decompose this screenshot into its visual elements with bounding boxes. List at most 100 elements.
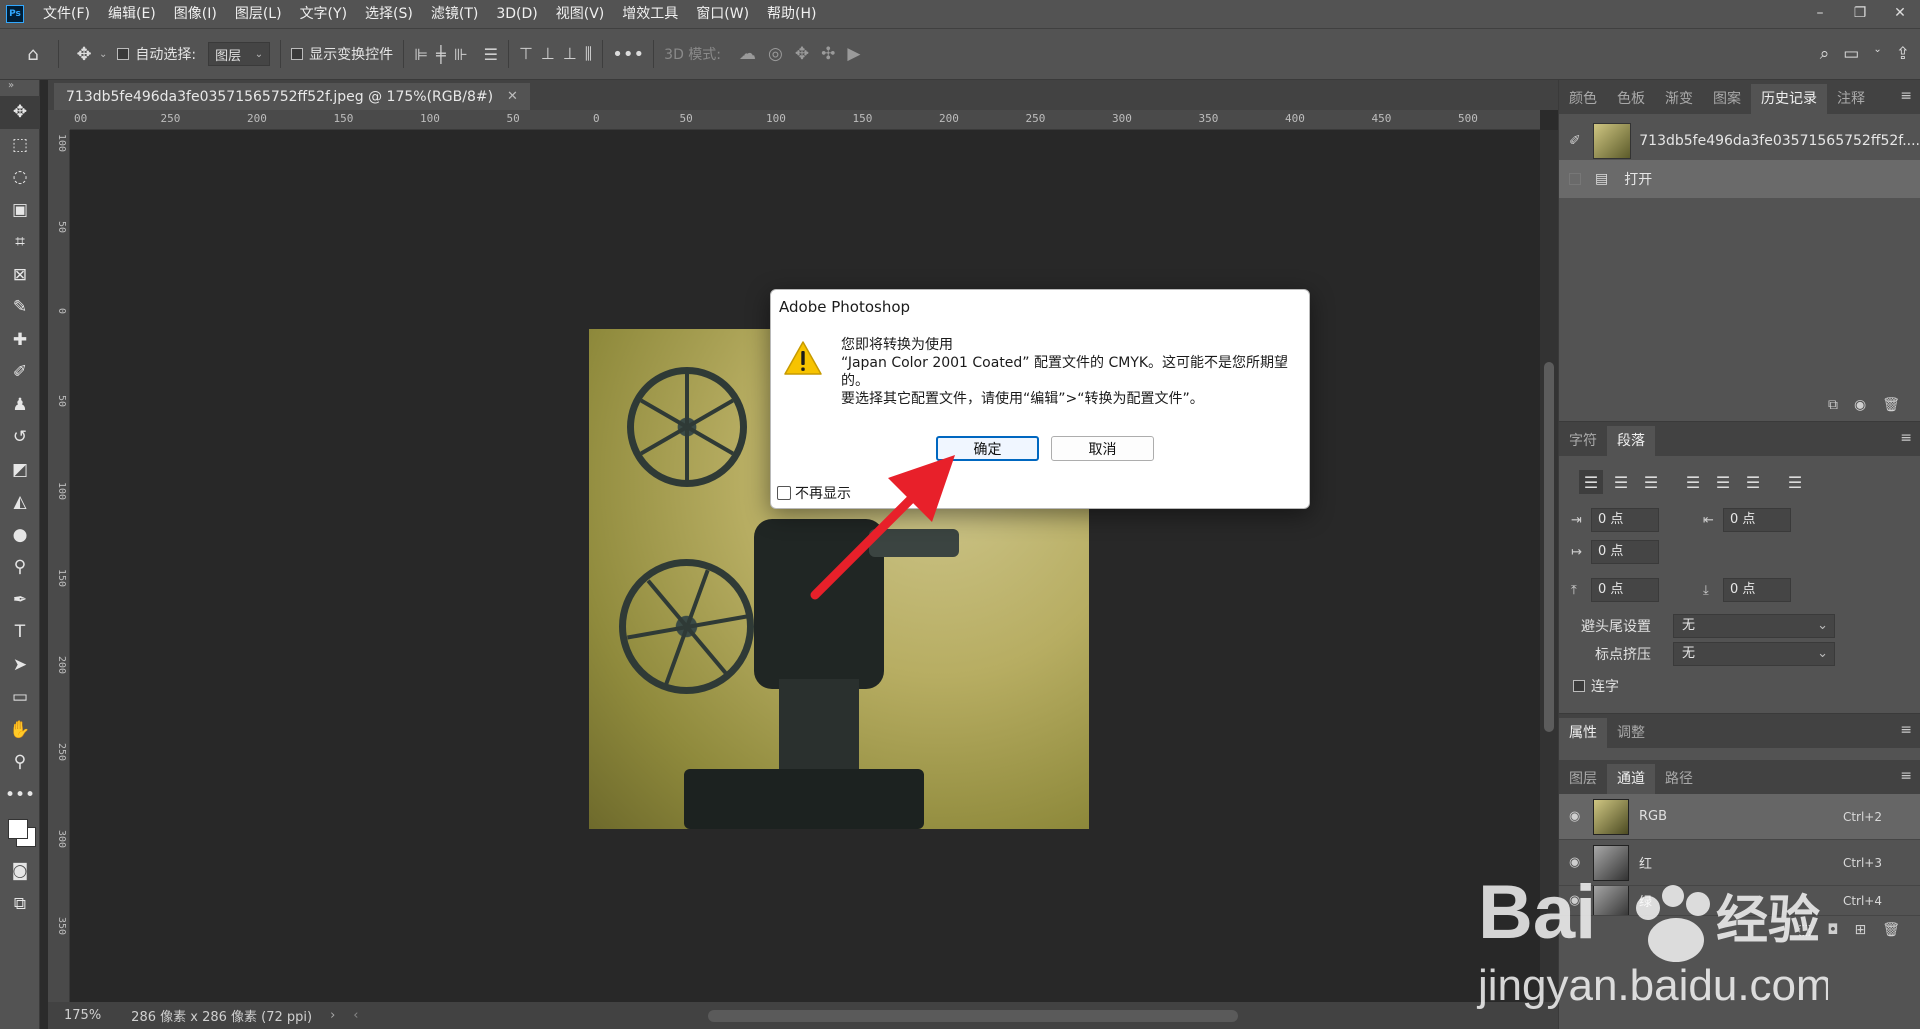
eye-icon[interactable]: ◉ xyxy=(1569,809,1580,824)
justify-last-center-icon[interactable]: ☰ xyxy=(1711,470,1735,494)
tab-layers[interactable]: 图层 xyxy=(1559,764,1607,794)
save-selection-icon[interactable]: ◘ xyxy=(1827,922,1838,938)
history-brush-tool-icon[interactable]: ↺ xyxy=(0,421,40,454)
menu-layer[interactable]: 图层(L) xyxy=(226,0,291,28)
justify-last-left-icon[interactable]: ☰ xyxy=(1681,470,1705,494)
menu-plugins[interactable]: 增效工具 xyxy=(613,0,687,28)
tab-swatches[interactable]: 色板 xyxy=(1607,84,1655,114)
dodge-tool-icon[interactable]: ⚲ xyxy=(0,551,40,584)
menu-filter[interactable]: 滤镜(T) xyxy=(422,0,487,28)
workspace-icon[interactable]: ▭ xyxy=(1843,44,1859,64)
tab-properties[interactable]: 属性 xyxy=(1559,718,1607,748)
channel-row[interactable]: ◉ 绿 Ctrl+4 xyxy=(1559,886,1920,916)
panel-menu-icon[interactable]: ≡ xyxy=(1900,722,1912,738)
blur-tool-icon[interactable]: ● xyxy=(0,519,40,552)
menu-edit[interactable]: 编辑(E) xyxy=(99,0,165,28)
3d-orbit-icon[interactable]: ☁ xyxy=(739,44,756,64)
align-hcenter-icon[interactable]: ╪ xyxy=(436,45,446,64)
panel-menu-icon[interactable]: ≡ xyxy=(1900,768,1912,784)
menu-3d[interactable]: 3D(D) xyxy=(487,0,546,28)
close-icon[interactable]: ✕ xyxy=(1880,0,1920,28)
tab-color[interactable]: 颜色 xyxy=(1559,84,1607,114)
tab-gradients[interactable]: 渐变 xyxy=(1655,84,1703,114)
new-document-from-state-icon[interactable]: ⧉ xyxy=(1828,397,1838,413)
paint-bucket-tool-icon[interactable]: ◭ xyxy=(0,486,40,519)
indent-left-field[interactable]: 0 点 xyxy=(1591,508,1659,532)
hand-tool-icon[interactable]: ✋ xyxy=(0,714,40,747)
zoom-level[interactable]: 175% xyxy=(64,1008,101,1023)
menu-help[interactable]: 帮助(H) xyxy=(758,0,825,28)
chevron-down-icon[interactable]: ⌄ xyxy=(99,49,107,60)
move-tool-preset-icon[interactable]: ✥ xyxy=(69,39,99,69)
align-bottom-icon[interactable]: ⊥ xyxy=(563,44,577,64)
eye-icon[interactable]: ◉ xyxy=(1569,893,1580,908)
align-right-icon[interactable]: ⊪ xyxy=(454,45,468,64)
color-swatches[interactable] xyxy=(0,811,39,855)
crop-tool-icon[interactable]: ⌗ xyxy=(0,226,40,259)
align-center-text-icon[interactable]: ☰ xyxy=(1609,470,1633,494)
new-channel-icon[interactable]: ⊞ xyxy=(1854,922,1866,938)
indent-right-field[interactable]: 0 点 xyxy=(1723,508,1791,532)
horizontal-scrollbar[interactable] xyxy=(348,1010,1558,1022)
tab-notes[interactable]: 注释 xyxy=(1827,84,1875,114)
hyphenate-checkbox[interactable]: 连字 xyxy=(1559,672,1920,700)
chevron-down-icon[interactable]: ⌄ xyxy=(1873,44,1881,64)
load-selection-icon[interactable]: ⬚ xyxy=(1798,922,1811,938)
object-select-tool-icon[interactable]: ▣ xyxy=(0,194,40,227)
healing-brush-tool-icon[interactable]: ✚ xyxy=(0,324,40,357)
document-tab[interactable]: 713db5fe496da3fe03571565752ff52f.jpeg @ … xyxy=(54,83,530,110)
marquee-tool-icon[interactable]: ⬚ xyxy=(0,129,40,162)
3d-pan-icon[interactable]: ✥ xyxy=(795,44,809,64)
zoom-tool-icon[interactable]: ⚲ xyxy=(0,746,40,779)
quick-mask-icon[interactable]: ◙ xyxy=(0,855,40,888)
align-left-text-icon[interactable]: ☰ xyxy=(1579,470,1603,494)
history-step-source[interactable] xyxy=(1569,173,1581,185)
3d-slide-icon[interactable]: ✣ xyxy=(821,44,835,64)
more-tools-icon[interactable]: ••• xyxy=(0,779,40,812)
panel-menu-icon[interactable]: ≡ xyxy=(1900,88,1912,104)
tab-character[interactable]: 字符 xyxy=(1559,426,1607,456)
frame-tool-icon[interactable]: ⊠ xyxy=(0,259,40,292)
space-before-field[interactable]: 0 点 xyxy=(1591,578,1659,602)
brush-tool-icon[interactable]: ✐ xyxy=(0,356,40,389)
tab-paragraph[interactable]: 段落 xyxy=(1607,426,1655,456)
pen-tool-icon[interactable]: ✒ xyxy=(0,584,40,617)
screen-mode-icon[interactable]: ⧉ xyxy=(0,888,40,921)
home-icon[interactable]: ⌂ xyxy=(18,39,48,69)
align-right-text-icon[interactable]: ☰ xyxy=(1639,470,1663,494)
trash-icon[interactable]: 🗑 xyxy=(1882,397,1900,413)
mojikumi-select[interactable]: 无 ⌄ xyxy=(1673,642,1835,666)
rectangle-tool-icon[interactable]: ▭ xyxy=(0,681,40,714)
history-snapshot[interactable]: ✐ 713db5fe496da3fe03571565752ff52f.... xyxy=(1559,122,1920,160)
show-transform-controls-checkbox[interactable]: 显示变换控件 xyxy=(291,44,393,64)
tab-adjustments[interactable]: 调整 xyxy=(1607,718,1655,748)
more-options-icon[interactable]: ••• xyxy=(612,39,644,69)
tab-channels[interactable]: 通道 xyxy=(1607,764,1655,794)
history-brush-source-icon[interactable]: ✐ xyxy=(1569,133,1581,149)
menu-type[interactable]: 文字(Y) xyxy=(291,0,356,28)
eyedropper-tool-icon[interactable]: ✎ xyxy=(0,291,40,324)
align-top-icon[interactable]: ⊤ xyxy=(519,44,533,64)
tab-paths[interactable]: 路径 xyxy=(1655,764,1703,794)
clone-stamp-tool-icon[interactable]: ♟ xyxy=(0,389,40,422)
eye-icon[interactable]: ◉ xyxy=(1569,855,1580,870)
menu-view[interactable]: 视图(V) xyxy=(547,0,614,28)
distribute-vertical-icon[interactable]: ⫼ xyxy=(585,44,592,64)
menu-image[interactable]: 图像(I) xyxy=(165,0,226,28)
justify-last-right-icon[interactable]: ☰ xyxy=(1741,470,1765,494)
channel-row[interactable]: ◉ RGB Ctrl+2 xyxy=(1559,794,1920,840)
move-tool-icon[interactable]: ✥ xyxy=(0,96,40,129)
restore-icon[interactable]: ❐ xyxy=(1840,0,1880,28)
justify-all-icon[interactable]: ☰ xyxy=(1783,470,1807,494)
minimize-icon[interactable]: – xyxy=(1800,0,1840,28)
cancel-button[interactable]: 取消 xyxy=(1051,436,1154,461)
align-left-icon[interactable]: ⊫ xyxy=(414,45,428,64)
camera-icon[interactable]: ◉ xyxy=(1854,397,1866,413)
tab-history[interactable]: 历史记录 xyxy=(1751,84,1827,114)
close-tab-icon[interactable]: ✕ xyxy=(507,89,518,104)
chevron-right-icon[interactable]: › xyxy=(330,1008,335,1023)
history-step[interactable]: ▤ 打开 xyxy=(1559,160,1920,198)
auto-select-target-select[interactable]: 图层 ⌄ xyxy=(208,42,271,66)
3d-roll-icon[interactable]: ◎ xyxy=(768,44,783,64)
kinsoku-select[interactable]: 无 ⌄ xyxy=(1673,614,1835,638)
